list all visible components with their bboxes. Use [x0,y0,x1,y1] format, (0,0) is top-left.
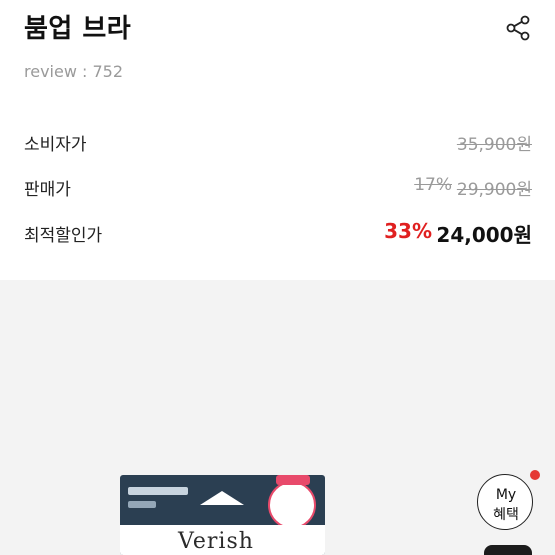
share-icon [506,15,530,41]
best-price-row: 최적할인가 33% 24,000원 [24,219,532,249]
product-title: 붐업 브라 [24,14,132,44]
notification-dot [530,470,540,480]
product-image: Verish [120,475,325,555]
floating-action-button[interactable] [484,545,532,555]
package-emblem [200,491,244,505]
consumer-price-value: 35,900원 [456,135,532,155]
sale-price-label: 판매가 [24,180,71,200]
sale-price-value: 29,900원 [456,180,532,200]
package-label [128,487,188,495]
best-discount: 33% [384,219,432,243]
consumer-price-label: 소비자가 [24,135,87,155]
my-benefits-label-1: My [495,487,517,503]
sale-price-row: 판매가 17% 29,900원 [24,175,532,203]
package-brand: Verish [178,529,254,554]
review-count[interactable]: review : 752 [24,62,123,81]
best-price-value: 24,000원 [436,223,532,247]
share-button[interactable] [504,14,532,42]
product-header: 붐업 브라 review : 752 소비자가 35,900원 판매가 17% … [0,0,555,280]
best-price-label: 최적할인가 [24,226,103,246]
my-benefits-button[interactable]: My 혜택 [477,474,533,530]
sale-discount: 17% [414,175,452,195]
package-size-tag [128,501,156,508]
consumer-price-row: 소비자가 35,900원 [24,130,532,158]
package-badge [268,481,316,529]
my-benefits-label-2: 혜택 [493,507,519,523]
package-badge-ribbon [276,475,310,485]
